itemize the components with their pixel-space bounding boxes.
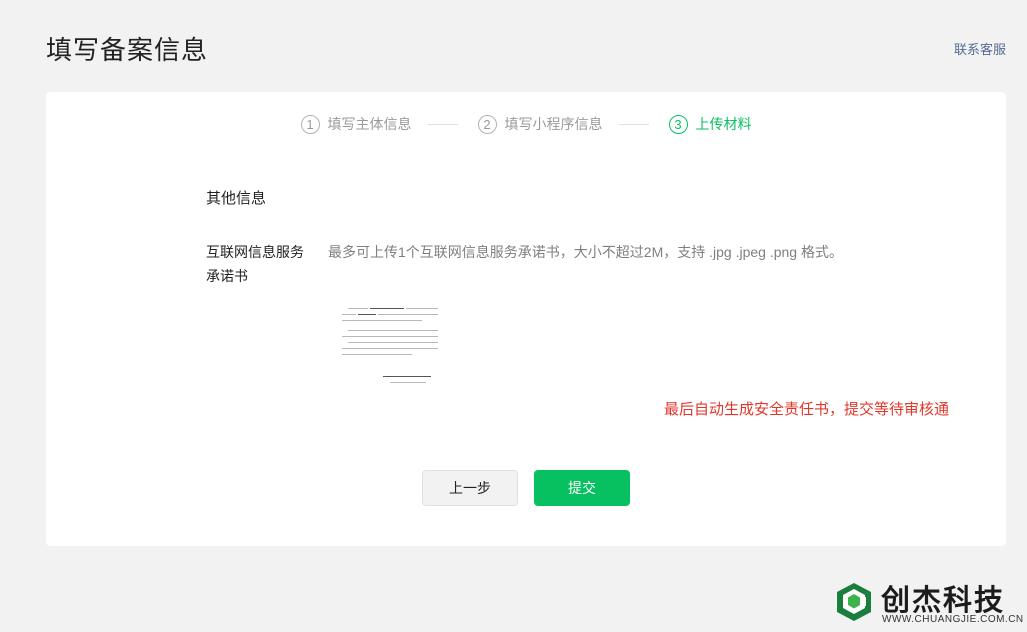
step-2-number: 2 [477, 114, 497, 134]
step-3: 3 上传材料 [668, 114, 752, 134]
section-title: 其他信息 [206, 190, 267, 207]
annotation-note: 最后自动生成安全责任书，提交等待审核通 [663, 401, 949, 418]
step-1: 1 填写主体信息 [300, 114, 412, 134]
step-indicator: 1 填写主体信息 2 填写小程序信息 3 上传材料 [46, 114, 1006, 134]
form-card: 1 填写主体信息 2 填写小程序信息 3 上传材料 其他信息 互联网信息服务承诺… [46, 92, 1006, 546]
field-description: 最多可上传1个互联网信息服务承诺书，大小不超过2M，支持 .jpg .jpeg … [328, 244, 843, 260]
step-connector [618, 123, 649, 125]
step-1-number: 1 [300, 114, 320, 134]
watermark-brand-name: 创杰科技 [881, 583, 1006, 617]
step-3-label: 上传材料 [695, 116, 752, 132]
previous-step-button[interactable]: 上一步 [422, 470, 518, 506]
submit-button[interactable]: 提交 [534, 470, 630, 506]
brand-logo-icon [837, 583, 871, 621]
step-1-label: 填写主体信息 [327, 116, 412, 132]
uploaded-document-thumbnail[interactable] [338, 302, 442, 388]
field-label-commitment: 互联网信息服务承诺书 [206, 244, 304, 284]
step-3-number: 3 [668, 114, 688, 134]
watermark-logo: 创杰科技 WWW.CHUANGJIE.COM.CN [834, 577, 1023, 627]
contact-support-link[interactable]: 联系客服 [954, 39, 1006, 58]
page-title: 填写备案信息 [46, 35, 209, 65]
step-2-label: 填写小程序信息 [504, 116, 603, 132]
watermark-url: WWW.CHUANGJIE.COM.CN [882, 614, 1024, 625]
step-connector [427, 123, 458, 125]
step-2: 2 填写小程序信息 [477, 114, 603, 134]
